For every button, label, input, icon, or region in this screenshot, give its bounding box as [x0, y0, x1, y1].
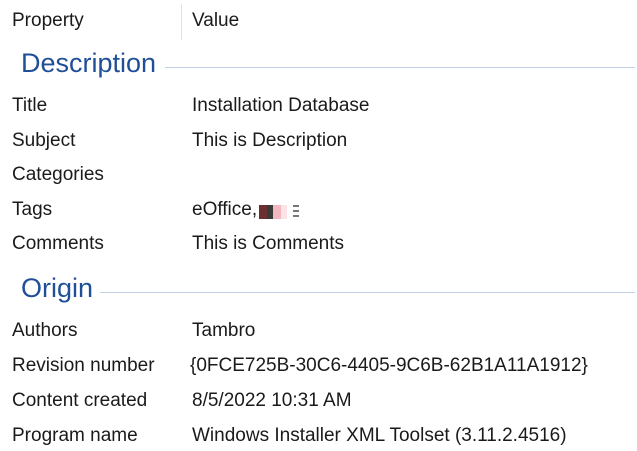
property-row-comments[interactable]: Comments This is Comments [0, 229, 637, 259]
column-header: Property Value [0, 0, 637, 42]
property-value-tags[interactable]: eOffice, [192, 199, 300, 221]
property-row-tags[interactable]: Tags eOffice, [0, 195, 637, 225]
property-value[interactable]: 8/5/2022 10:31 AM [192, 390, 352, 412]
property-name: Comments [12, 233, 104, 254]
property-row-program-name[interactable]: Program name Windows Installer XML Tools… [0, 421, 637, 451]
property-row-title[interactable]: Title Installation Database [0, 91, 637, 121]
redacted-image [259, 203, 300, 219]
tags-text: eOffice, [192, 199, 258, 220]
property-value[interactable]: This is Comments [192, 233, 344, 255]
group-divider [100, 292, 635, 293]
property-name: Revision number [12, 355, 155, 376]
property-value[interactable]: Windows Installer XML Toolset (3.11.2.45… [192, 425, 567, 447]
property-value[interactable]: Tambro [192, 320, 255, 342]
column-separator[interactable] [181, 4, 182, 40]
property-name: Title [12, 95, 48, 116]
property-value[interactable]: This is Description [192, 130, 347, 152]
group-origin: Origin [0, 273, 637, 313]
property-row-authors[interactable]: Authors Tambro [0, 316, 637, 346]
property-row-categories[interactable]: Categories [0, 160, 637, 190]
property-name: Authors [12, 320, 78, 341]
property-name: Categories [12, 164, 104, 185]
property-row-revision-number[interactable]: Revision number {0FCE725B-30C6-4405-9C6B… [0, 351, 637, 381]
group-title-description: Description [21, 48, 163, 79]
property-row-content-created[interactable]: Content created 8/5/2022 10:31 AM [0, 386, 637, 416]
property-value[interactable]: {0FCE725B-30C6-4405-9C6B-62B1A11A1912} [190, 355, 588, 377]
property-name: Subject [12, 130, 76, 151]
property-column-header[interactable]: Property [12, 10, 84, 32]
group-title-origin: Origin [21, 273, 100, 304]
property-row-subject[interactable]: Subject This is Description [0, 126, 637, 156]
group-divider [165, 67, 635, 68]
property-name: Content created [12, 390, 148, 411]
value-column-header[interactable]: Value [192, 10, 239, 32]
group-description: Description [0, 48, 637, 88]
property-name: Program name [12, 425, 138, 446]
property-name: Tags [12, 199, 53, 220]
property-value[interactable]: Installation Database [192, 95, 369, 117]
